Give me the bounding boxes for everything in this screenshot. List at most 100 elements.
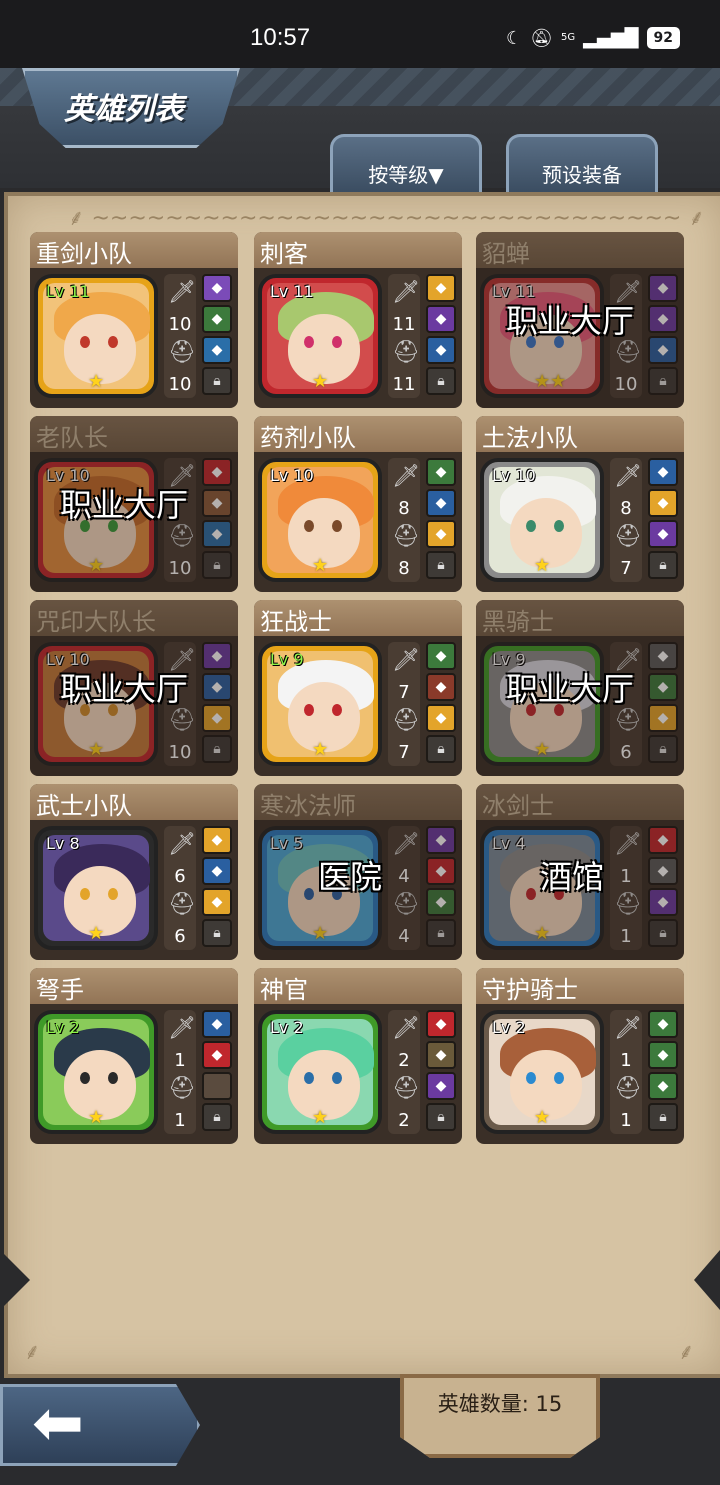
- preset-equipment-tab[interactable]: 预设装备: [506, 134, 658, 194]
- hero-portrait[interactable]: Lv 9 ★: [258, 642, 382, 766]
- equipment-stats: 🗡︎ 8 ⛑︎ 7: [610, 458, 642, 582]
- equipment-stats: 🗡︎ 1 ⛑︎ 1: [164, 1010, 196, 1134]
- panel-notch-left: [0, 1250, 30, 1310]
- hero-portrait[interactable]: Lv 10 ★: [258, 458, 382, 582]
- cellular-bars-icon: ▂▄▆█: [583, 27, 639, 49]
- item-slot[interactable]: ◆: [202, 336, 232, 364]
- item-slot[interactable]: ◆: [202, 888, 232, 916]
- lock-icon[interactable]: 🔒︎: [426, 735, 456, 763]
- item-slot[interactable]: ◆: [202, 1010, 232, 1038]
- hero-card[interactable]: 咒印大队长 Lv 10 ★ 🗡︎ ⛑︎ 10 ◆ ◆ ◆ 🔒︎ 职业大厅: [30, 600, 238, 776]
- item-slots: ◆ ◆ ◆ 🔒︎: [426, 274, 458, 398]
- hero-portrait[interactable]: Lv 8 ★: [34, 826, 158, 950]
- hero-location-label: 职业大厅: [506, 302, 635, 340]
- sword-icon: 🗡︎: [392, 464, 420, 489]
- item-slot[interactable]: ◆: [426, 489, 456, 517]
- lock-icon[interactable]: 🔒︎: [202, 919, 232, 947]
- item-slots: ◆ ◆ ◆ 🔒︎: [648, 458, 680, 582]
- item-slot[interactable]: ◆: [426, 673, 456, 701]
- lock-icon[interactable]: 🔒︎: [202, 1103, 232, 1131]
- item-slot[interactable]: ◆: [426, 642, 456, 670]
- item-slot[interactable]: ◆: [426, 1041, 456, 1069]
- hero-card[interactable]: 神官 Lv 2 ★ 🗡︎ 2 ⛑︎ 2 ◆ ◆ ◆ 🔒︎: [254, 968, 462, 1144]
- armor-level: 1: [174, 1110, 186, 1131]
- item-slots: ◆ ◆ ◆ 🔒︎: [426, 458, 458, 582]
- back-arrow-icon[interactable]: ⬅: [32, 1392, 84, 1454]
- hero-card[interactable]: 冰剑士 Lv 4 ★ 🗡︎ 1 ⛑︎ 1 ◆ ◆ ◆ 🔒︎ 酒馆: [476, 784, 684, 960]
- armor-level: 7: [398, 742, 410, 763]
- hero-portrait[interactable]: Lv 10 ★: [480, 458, 604, 582]
- star-rating: ★: [312, 555, 329, 576]
- hero-portrait[interactable]: Lv 2 ★: [480, 1010, 604, 1134]
- helmet-icon: ⛑︎: [168, 340, 196, 365]
- lock-icon[interactable]: 🔒︎: [202, 367, 232, 395]
- hero-card[interactable]: 土法小队 Lv 10 ★ 🗡︎ 8 ⛑︎ 7 ◆ ◆ ◆ 🔒︎: [476, 416, 684, 592]
- sword-icon: 🗡︎: [168, 832, 196, 857]
- armor-level: 6: [174, 926, 186, 947]
- lock-icon[interactable]: 🔒︎: [648, 551, 678, 579]
- item-slot[interactable]: ◆: [202, 1041, 232, 1069]
- hero-portrait[interactable]: Lv 2 ★: [258, 1010, 382, 1134]
- item-slot[interactable]: ◆: [202, 857, 232, 885]
- item-slot[interactable]: ◆: [426, 1072, 456, 1100]
- hero-portrait[interactable]: Lv 11 ★: [34, 274, 158, 398]
- hero-portrait[interactable]: Lv 2 ★: [34, 1010, 158, 1134]
- hero-card[interactable]: 貂蝉 Lv 11 ★★ 🗡︎ ⛑︎ 10 ◆ ◆ ◆ 🔒︎ 职业大厅: [476, 232, 684, 408]
- hero-card[interactable]: 老队长 Lv 10 ★ 🗡︎ ⛑︎ 10 ◆ ◆ ◆ 🔒︎ 职业大厅: [30, 416, 238, 592]
- hero-card[interactable]: 寒冰法师 Lv 5 ★ 🗡︎ 4 ⛑︎ 4 ◆ ◆ ◆ 🔒︎ 医院: [254, 784, 462, 960]
- item-slot[interactable]: ◆: [648, 1041, 678, 1069]
- item-slot-empty[interactable]: [202, 1072, 232, 1100]
- hero-eye: [526, 520, 536, 532]
- hero-card[interactable]: 武士小队 Lv 8 ★ 🗡︎ 6 ⛑︎ 6 ◆ ◆ ◆ 🔒︎: [30, 784, 238, 960]
- hero-name: 重剑小队: [30, 232, 238, 268]
- hero-card[interactable]: 刺客 Lv 11 ★ 🗡︎ 11 ⛑︎ 11 ◆ ◆ ◆ 🔒︎: [254, 232, 462, 408]
- lock-icon[interactable]: 🔒︎: [648, 1103, 678, 1131]
- hero-card[interactable]: 弩手 Lv 2 ★ 🗡︎ 1 ⛑︎ 1 ◆ ◆ 🔒︎: [30, 968, 238, 1144]
- item-slot[interactable]: ◆: [648, 1072, 678, 1100]
- item-slots: ◆ ◆ ◆ 🔒︎: [648, 1010, 680, 1134]
- item-slot[interactable]: ◆: [648, 520, 678, 548]
- hero-name: 刺客: [254, 232, 462, 268]
- hero-portrait[interactable]: Lv 11 ★: [258, 274, 382, 398]
- weapon-level: 10: [168, 314, 192, 335]
- hero-card[interactable]: 药剂小队 Lv 10 ★ 🗡︎ 8 ⛑︎ 8 ◆ ◆ ◆ 🔒︎: [254, 416, 462, 592]
- helmet-icon: ⛑︎: [392, 524, 420, 549]
- lock-icon[interactable]: 🔒︎: [426, 1103, 456, 1131]
- sword-icon: 🗡︎: [392, 280, 420, 305]
- hero-eye: [80, 336, 90, 348]
- item-slot[interactable]: ◆: [426, 1010, 456, 1038]
- hero-eye: [304, 704, 314, 716]
- weapon-level: 7: [398, 682, 410, 703]
- item-slot[interactable]: ◆: [202, 305, 232, 333]
- sword-icon: 🗡︎: [614, 1016, 642, 1041]
- helmet-icon: ⛑︎: [392, 1076, 420, 1101]
- weapon-level: 6: [174, 866, 186, 887]
- item-slot[interactable]: ◆: [426, 274, 456, 302]
- sort-by-level-tab[interactable]: 按等级▼: [330, 134, 482, 194]
- item-slot[interactable]: ◆: [648, 458, 678, 486]
- armor-level: 8: [398, 558, 410, 579]
- sword-icon: 🗡︎: [168, 280, 196, 305]
- item-slot[interactable]: ◆: [426, 305, 456, 333]
- helmet-icon: ⛑︎: [168, 1076, 196, 1101]
- back-button[interactable]: [0, 1384, 200, 1466]
- lock-icon[interactable]: 🔒︎: [426, 367, 456, 395]
- armor-level: 2: [398, 1110, 410, 1131]
- item-slot[interactable]: ◆: [426, 336, 456, 364]
- hero-card[interactable]: 守护骑士 Lv 2 ★ 🗡︎ 1 ⛑︎ 1 ◆ ◆ ◆ 🔒︎: [476, 968, 684, 1144]
- status-time: 10:57: [250, 24, 311, 51]
- item-slot[interactable]: ◆: [426, 704, 456, 732]
- item-slot[interactable]: ◆: [426, 520, 456, 548]
- item-slot[interactable]: ◆: [202, 274, 232, 302]
- item-slot[interactable]: ◆: [648, 1010, 678, 1038]
- helmet-icon: ⛑︎: [168, 892, 196, 917]
- hero-card[interactable]: 重剑小队 Lv 11 ★ 🗡︎ 10 ⛑︎ 10 ◆ ◆ ◆ 🔒︎: [30, 232, 238, 408]
- item-slot[interactable]: ◆: [426, 458, 456, 486]
- hero-card[interactable]: 狂战士 Lv 9 ★ 🗡︎ 7 ⛑︎ 7 ◆ ◆ ◆ 🔒︎: [254, 600, 462, 776]
- hero-name: 神官: [254, 968, 462, 1004]
- item-slot[interactable]: ◆: [202, 826, 232, 854]
- item-slot[interactable]: ◆: [648, 489, 678, 517]
- hero-name: 狂战士: [254, 600, 462, 636]
- lock-icon[interactable]: 🔒︎: [426, 551, 456, 579]
- hero-card[interactable]: 黑骑士 Lv 9 ★ 🗡︎ ⛑︎ 6 ◆ ◆ ◆ 🔒︎ 职业大厅: [476, 600, 684, 776]
